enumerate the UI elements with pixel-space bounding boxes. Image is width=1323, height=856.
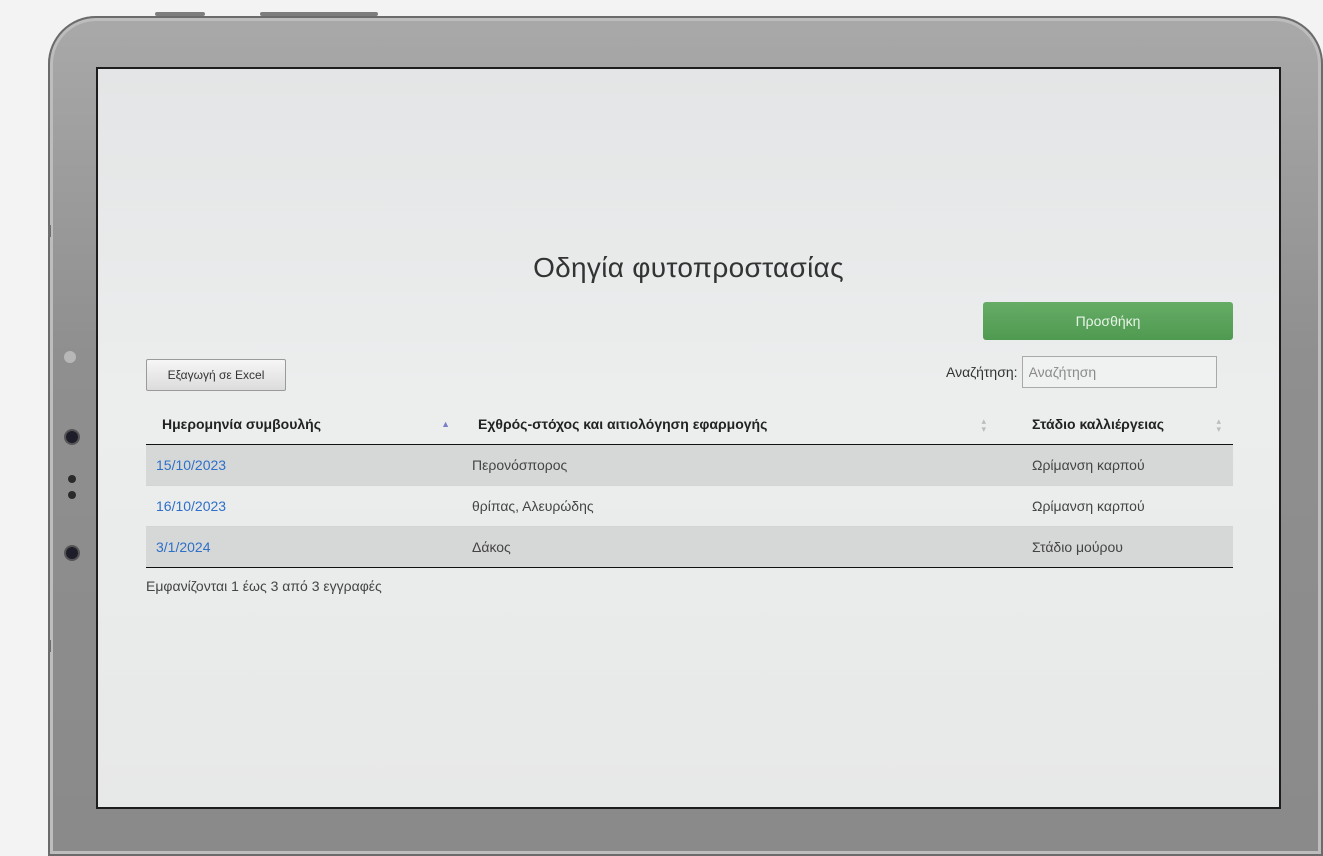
column-header-label: Ημερομηνία συμβουλής (162, 416, 321, 432)
search-label: Αναζήτηση: (946, 364, 1018, 380)
tablet-dot-icon (68, 491, 76, 499)
column-header-target[interactable]: Εχθρός-στόχος και αιτιολόγηση εφαρμογής … (462, 404, 998, 445)
date-cell: 15/10/2023 (146, 444, 462, 486)
table-row[interactable]: 15/10/2023 Περονόσπορος Ωρίμανση καρπού (146, 444, 1233, 486)
tablet-camera-icon (66, 431, 78, 443)
tablet-dot-icon (68, 475, 76, 483)
data-table: Ημερομηνία συμβουλής ▲ Εχθρός-στόχος και… (146, 404, 1233, 568)
stage-cell: Ωρίμανση καρπού (998, 485, 1233, 527)
sort-asc-icon: ▲ (441, 419, 450, 429)
column-header-stage[interactable]: Στάδιο καλλιέργειας ▴ ▾ (998, 404, 1233, 445)
column-header-date[interactable]: Ημερομηνία συμβουλής ▲ (146, 404, 462, 445)
target-cell: θρίπας, Αλευρώδης (462, 485, 998, 527)
tablet-side-button-upper (48, 225, 51, 237)
date-cell: 16/10/2023 (146, 485, 462, 527)
tablet-screen: Οδηγία φυτοπροστασίας Προσθήκη Εξαγωγή σ… (96, 67, 1281, 809)
add-button[interactable]: Προσθήκη (983, 302, 1233, 340)
column-header-label: Εχθρός-στόχος και αιτιολόγηση εφαρμογής (478, 416, 768, 432)
stage-cell: Στάδιο μούρου (998, 526, 1233, 568)
search-area: Αναζήτηση: (946, 356, 1217, 388)
table-row[interactable]: 16/10/2023 θρίπας, Αλευρώδης Ωρίμανση κα… (146, 485, 1233, 527)
column-header-label: Στάδιο καλλιέργειας (1032, 416, 1165, 432)
date-cell: 3/1/2024 (146, 526, 462, 568)
date-link[interactable]: 3/1/2024 (156, 539, 211, 555)
search-input[interactable] (1021, 356, 1217, 388)
page-title: Οδηγία φυτοπροστασίας (533, 252, 844, 283)
tablet-side-button-lower (48, 640, 51, 652)
target-cell: Δάκος (462, 526, 998, 568)
tablet-camera-icon (66, 547, 78, 559)
export-excel-button[interactable]: Εξαγωγή σε Excel (146, 359, 286, 391)
sort-both-icon: ▴ ▾ (981, 416, 986, 434)
target-cell: Περονόσπορος (462, 444, 998, 486)
table-header-row: Ημερομηνία συμβουλής ▲ Εχθρός-στόχος και… (146, 404, 1233, 445)
date-link[interactable]: 16/10/2023 (156, 498, 226, 514)
date-link[interactable]: 15/10/2023 (156, 457, 226, 473)
sort-both-icon: ▴ ▾ (1216, 416, 1221, 434)
tablet-sensor-icon (64, 351, 76, 363)
stage-cell: Ωρίμανση καρπού (998, 444, 1233, 486)
table-info: Εμφανίζονται 1 έως 3 από 3 εγγραφές (146, 578, 382, 594)
table-row[interactable]: 3/1/2024 Δάκος Στάδιο μούρου (146, 526, 1233, 568)
